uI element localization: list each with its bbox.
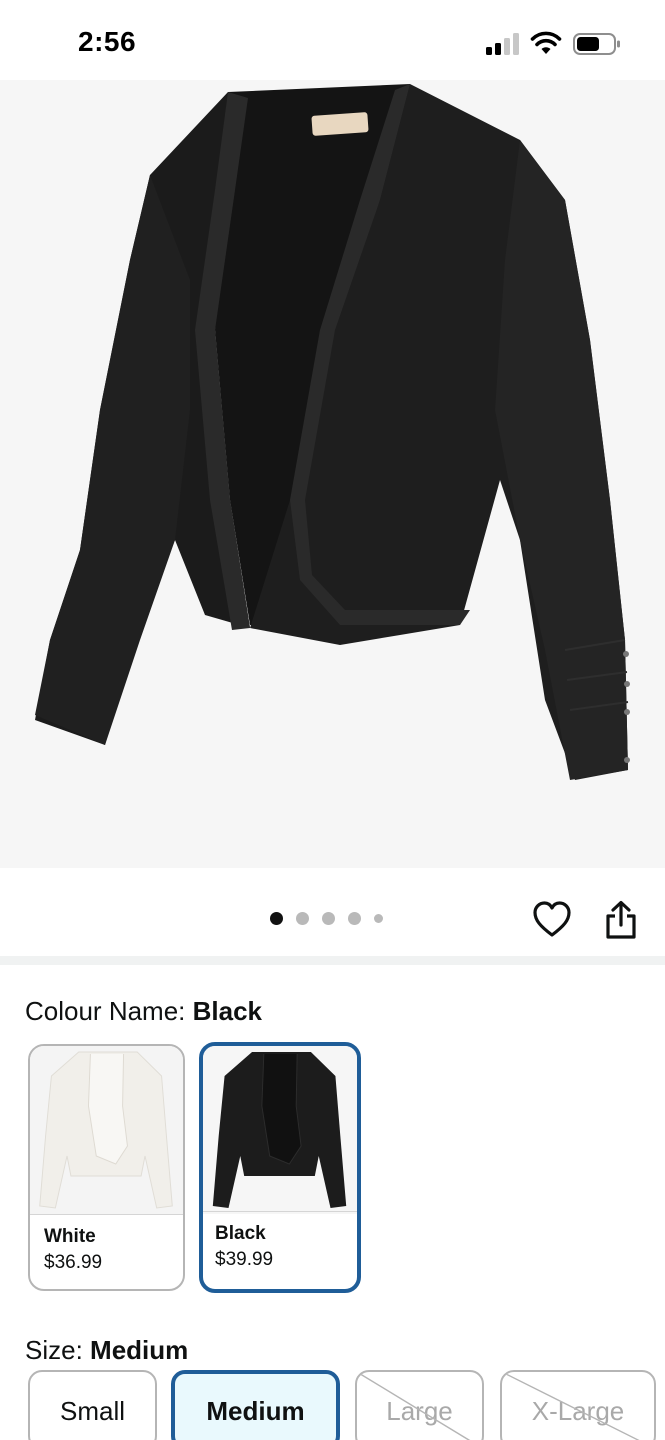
size-option-label: Medium [206, 1396, 305, 1426]
share-icon[interactable] [604, 900, 638, 940]
size-label: Size: Medium [25, 1335, 188, 1366]
size-option-x-large[interactable]: X-Large [500, 1370, 656, 1440]
size-label-text: Size: [25, 1335, 83, 1365]
image-actions-row [0, 868, 665, 956]
battery-icon [573, 33, 620, 55]
colour-label-text: Colour Name: [25, 996, 186, 1026]
pagination-dot-5[interactable] [374, 914, 383, 923]
swatch-info: White $36.99 [30, 1214, 183, 1289]
size-option-small[interactable]: Small [28, 1370, 157, 1440]
heart-icon[interactable] [532, 900, 572, 940]
white-cardigan-thumbnail [30, 1046, 183, 1214]
swatch-name: Black [215, 1223, 266, 1244]
swatch-price: $36.99 [44, 1252, 103, 1273]
colour-label: Colour Name: Black [25, 996, 262, 1027]
product-image[interactable] [0, 80, 665, 868]
black-cardigan-thumbnail [203, 1046, 357, 1214]
size-option-large[interactable]: Large [355, 1370, 484, 1440]
colour-selected-value: Black [192, 996, 263, 1026]
unavailable-strike [502, 1372, 640, 1440]
wifi-icon [530, 31, 562, 54]
size-option-medium[interactable]: Medium [171, 1370, 340, 1440]
pagination-dot-3[interactable] [322, 912, 335, 925]
swatch-price: $39.99 [215, 1249, 274, 1270]
section-divider [0, 956, 665, 965]
unavailable-strike [357, 1372, 471, 1440]
swatch-info: Black $39.99 [203, 1211, 357, 1289]
image-pagination-dots[interactable] [270, 912, 383, 925]
size-option-label: Small [59, 1396, 125, 1426]
swatch-name: White [44, 1226, 96, 1247]
pagination-dot-2[interactable] [296, 912, 309, 925]
pagination-dot-4[interactable] [348, 912, 361, 925]
pagination-dot-1[interactable] [270, 912, 283, 925]
colour-swatch-white[interactable]: White $36.99 [28, 1044, 185, 1291]
black-cardigan-image [35, 84, 630, 780]
size-selected-value: Medium [90, 1335, 189, 1365]
status-bar: 2:56 [0, 0, 665, 80]
cellular-signal-icon [486, 33, 519, 55]
status-time: 2:56 [78, 26, 137, 57]
colour-swatch-black[interactable]: Black $39.99 [199, 1042, 361, 1293]
